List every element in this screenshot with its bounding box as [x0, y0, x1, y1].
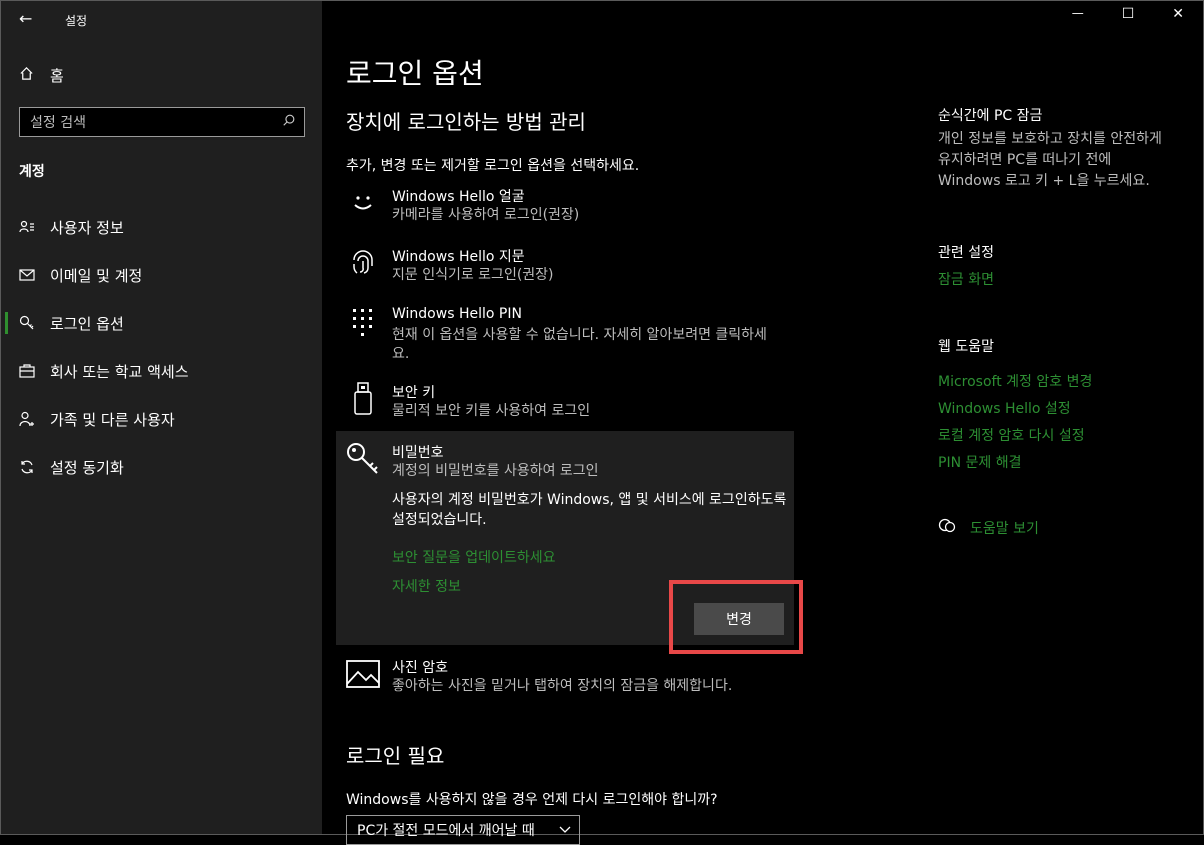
chevron-down-icon: [559, 822, 571, 838]
page-title: 로그인 옵션: [346, 57, 484, 90]
sidebar-item-label: 가족 및 다른 사용자: [50, 410, 175, 429]
help-link-pin[interactable]: PIN 문제 해결: [938, 452, 1021, 472]
search-placeholder: 설정 검색: [30, 115, 86, 131]
option-title: Windows Hello 얼굴: [392, 189, 525, 205]
picture-icon: [346, 657, 380, 691]
option-subtitle: 좋아하는 사진을 밑거나 탭하여 장치의 잠금을 해제합니다.: [392, 678, 733, 694]
app-title: 설정: [65, 14, 88, 28]
web-help-title: 웹 도움말: [938, 339, 994, 355]
back-icon[interactable]: ←: [19, 9, 32, 28]
home-icon: [19, 66, 34, 85]
sidebar-item-user-info[interactable]: 사용자 정보: [1, 203, 322, 251]
sidebar-item-label: 로그인 옵션: [50, 314, 124, 333]
more-info-link[interactable]: 자세한 정보: [392, 576, 461, 596]
sidebar-home[interactable]: 홈: [19, 65, 64, 86]
lock-pc-text: 개인 정보를 보호하고 장치를 안전하게 유지하려면 PC를 떠나기 전에 Wi…: [938, 131, 1162, 189]
person-card-icon: [19, 220, 35, 234]
get-help-link[interactable]: 도움말 보기: [970, 518, 1039, 538]
get-help-row[interactable]: 도움말 보기: [938, 518, 1039, 538]
sidebar-nav: 사용자 정보 이메일 및 계정 로그인 옵션 회사 또는 학교 액세스 가족 및…: [1, 203, 322, 491]
sidebar-item-label: 이메일 및 계정: [50, 266, 143, 285]
key-icon: [19, 315, 35, 331]
sidebar-item-label: 설정 동기화: [50, 458, 124, 477]
briefcase-icon: [19, 364, 35, 378]
mail-icon: [19, 269, 35, 281]
sidebar-item-sign-in-options[interactable]: 로그인 옵션: [1, 299, 322, 347]
sidebar-item-label: 사용자 정보: [50, 218, 124, 237]
lock-pc-title: 순식간에 PC 잠금: [938, 108, 1043, 124]
fingerprint-icon: [346, 246, 380, 280]
search-icon[interactable]: [282, 113, 296, 131]
search-input[interactable]: 설정 검색: [19, 107, 305, 137]
option-subtitle: 카메라를 사용하여 로그인(권장): [392, 207, 580, 223]
home-label: 홈: [50, 67, 64, 85]
login-required-question: Windows를 사용하지 않을 경우 언제 다시 로그인해야 합니까?: [346, 792, 718, 808]
options-description: 추가, 변경 또는 제거할 로그인 옵션을 선택하세요.: [346, 158, 640, 174]
sidebar-item-email[interactable]: 이메일 및 계정: [1, 251, 322, 299]
login-required-dropdown[interactable]: PC가 절전 모드에서 깨어날 때: [346, 815, 580, 845]
option-title: Windows Hello 지문: [392, 249, 525, 265]
page-subtitle: 장치에 로그인하는 방법 관리: [346, 110, 586, 134]
option-subtitle: 지문 인식기로 로그인(권장): [392, 267, 554, 283]
help-link-local-password[interactable]: 로컬 계정 암호 다시 설정: [938, 425, 1085, 445]
section-label: 계정: [19, 164, 45, 180]
sidebar-item-label: 회사 또는 학교 액세스: [50, 362, 189, 381]
option-subtitle: 현재 이 옵션을 사용할 수 없습니다. 자세히 알아보려면 클릭하세요.: [392, 327, 767, 362]
window-controls: — ☐ ✕: [1072, 6, 1184, 22]
sidebar: ← 설정 홈 설정 검색 계정 사용자 정보 이메일 및 계정 로그인 옵션 회…: [1, 1, 322, 834]
help-link-windows-hello[interactable]: Windows Hello 설정: [938, 398, 1071, 418]
pin-keypad-icon: [346, 306, 380, 340]
option-title: 사진 암호: [392, 660, 448, 676]
help-link-ms-password[interactable]: Microsoft 계정 암호 변경: [938, 371, 1092, 391]
password-key-icon: [346, 442, 380, 476]
minimize-button[interactable]: —: [1072, 6, 1084, 22]
lock-screen-link[interactable]: 잠금 화면: [938, 269, 994, 289]
sidebar-item-work-school[interactable]: 회사 또는 학교 액세스: [1, 347, 322, 395]
option-title: 비밀번호: [392, 445, 444, 461]
sidebar-item-family[interactable]: 가족 및 다른 사용자: [1, 395, 322, 443]
sidebar-item-sync[interactable]: 설정 동기화: [1, 443, 322, 491]
usb-key-icon: [346, 382, 380, 416]
sync-icon: [19, 459, 35, 475]
related-settings-title: 관련 설정: [938, 245, 994, 261]
person-add-icon: [19, 411, 35, 427]
option-title: 보안 키: [392, 385, 436, 401]
password-description: 사용자의 계정 비밀번호가 Windows, 앱 및 서비스에 로그인하도록 설…: [392, 492, 787, 528]
dropdown-value: PC가 절전 모드에서 깨어날 때: [357, 823, 535, 839]
maximize-button[interactable]: ☐: [1122, 6, 1135, 22]
update-security-questions-link[interactable]: 보안 질문을 업데이트하세요: [392, 547, 555, 567]
login-required-heading: 로그인 필요: [346, 744, 445, 768]
close-button[interactable]: ✕: [1172, 6, 1184, 22]
option-subtitle: 물리적 보안 키를 사용하여 로그인: [392, 403, 591, 419]
option-subtitle: 계정의 비밀번호를 사용하여 로그인: [392, 463, 599, 479]
face-icon: [346, 186, 380, 220]
help-chat-icon: [938, 518, 956, 538]
option-title: Windows Hello PIN: [392, 306, 522, 322]
highlight-box: [669, 580, 803, 654]
